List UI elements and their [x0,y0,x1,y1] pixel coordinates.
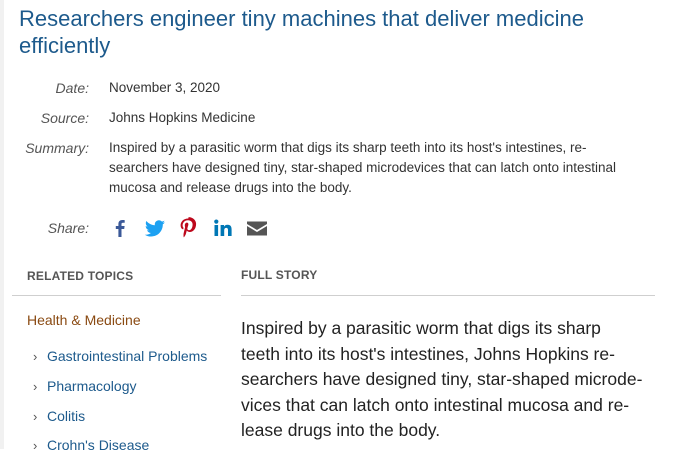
topic-item-crohns-disease[interactable]: › Crohn's Disease [33,437,149,453]
date-label: Date: [55,80,89,96]
topic-item-colitis[interactable]: › Colitis [33,408,85,424]
topic-item-label: Crohn's Disease [47,437,150,453]
story-line: lease drugs into the body. [241,420,441,440]
date-value: November 3, 2020 [109,80,221,95]
summary-text: Inspired by a parasitic worm that digs i… [109,138,669,198]
chevron-right-icon: › [33,409,38,424]
email-icon[interactable] [245,216,269,240]
topic-item-label: Pharmacology [47,378,137,394]
full-story-divider [241,295,655,296]
summary-line: Inspired by a parasitic worm that digs i… [109,140,587,155]
twitter-icon[interactable] [143,216,167,240]
related-topics-heading: RELATED TOPICS [27,269,134,283]
page-left-border [0,0,4,449]
article-headline: Researchers engineer tiny machines that … [19,6,584,58]
linkedin-icon[interactable] [212,216,234,240]
topic-item-gastrointestinal-problems[interactable]: › Gastrointestinal Problems [33,348,207,364]
summary-line: searchers have designed tiny, star-shape… [109,160,617,175]
topic-category-health-medicine[interactable]: Health & Medicine [27,312,141,328]
full-story-text: Inspired by a parasitic worm that digs i… [241,316,661,444]
pinterest-icon[interactable] [177,216,199,240]
chevron-right-icon: › [33,349,38,364]
topic-item-pharmacology[interactable]: › Pharmacology [33,378,137,394]
chevron-right-icon: › [33,438,38,453]
story-line: searchers have designed tiny, star-shape… [241,369,643,389]
story-line: vices that can latch onto intestinal muc… [241,394,630,415]
related-topics-divider [12,295,221,296]
source-value[interactable]: Johns Hopkins Medicine [109,108,669,128]
share-label: Share: [47,220,89,236]
chevron-right-icon: › [33,379,38,394]
facebook-icon[interactable] [109,216,131,240]
full-story-heading: FULL STORY [241,268,318,282]
story-line: teeth into its host's intestines, Johns … [241,343,615,364]
topic-item-label: Gastrointestinal Problems [47,348,208,364]
summary-line: mucosa and release drugs into the body. [109,180,352,195]
story-line: Inspired by a parasitic worm that digs i… [241,318,601,338]
source-label: Source: [40,110,89,126]
topic-item-label: Colitis [47,408,86,424]
summary-label: Summary: [25,140,89,156]
